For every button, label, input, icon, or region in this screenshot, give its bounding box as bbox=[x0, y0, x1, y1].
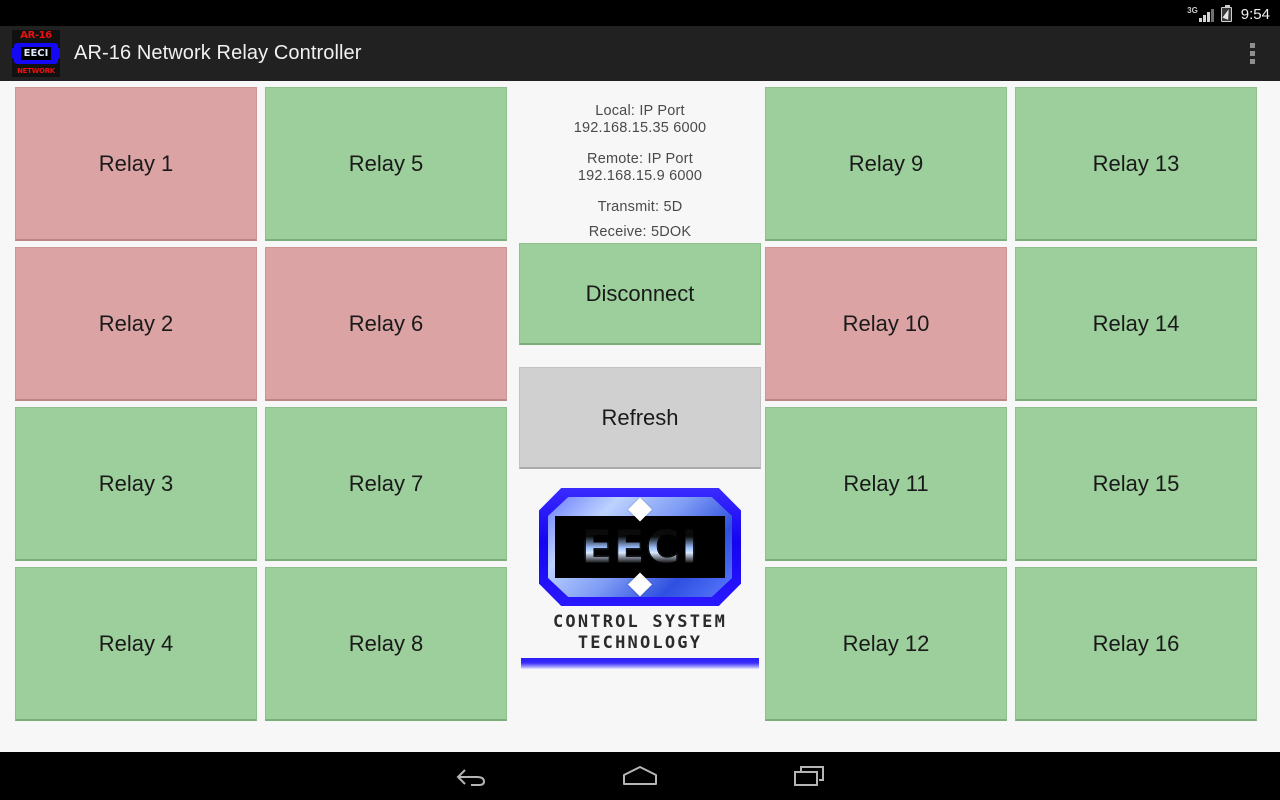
app-icon-bottom-text: NETWORK bbox=[17, 67, 55, 75]
relay-button-13[interactable]: Relay 13 bbox=[1015, 87, 1257, 241]
logo-brand-text: EECI bbox=[581, 520, 699, 574]
local-header: Local: IP Port bbox=[595, 103, 685, 119]
remote-header: Remote: IP Port bbox=[587, 151, 693, 167]
nav-home-button[interactable] bbox=[555, 752, 725, 800]
action-bar: AR-16 EECI NETWORK AR-16 Network Relay C… bbox=[0, 26, 1280, 81]
nav-back-button[interactable] bbox=[385, 752, 555, 800]
relay-button-3[interactable]: Relay 3 bbox=[15, 407, 257, 561]
eeci-logo-badge: EECI bbox=[539, 488, 741, 606]
status-bar-icons: 3G 9:54 bbox=[1187, 4, 1270, 22]
relay-button-11[interactable]: Relay 11 bbox=[765, 407, 1007, 561]
local-info-group: Local: IP Port 192.168.15.35 6000 bbox=[519, 103, 761, 137]
relay-button-4[interactable]: Relay 4 bbox=[15, 567, 257, 721]
logo-tagline-line1: CONTROL SYSTEM bbox=[552, 612, 728, 632]
connection-info-block: Local: IP Port 192.168.15.35 6000 Remote… bbox=[519, 81, 761, 241]
logo-core: EECI bbox=[555, 516, 725, 578]
relay-button-15[interactable]: Relay 15 bbox=[1015, 407, 1257, 561]
relay-column-3: Relay 9 Relay 10 Relay 11 Relay 12 bbox=[765, 81, 1015, 721]
relay-button-16[interactable]: Relay 16 bbox=[1015, 567, 1257, 721]
status-bar: 3G 9:54 bbox=[0, 0, 1280, 26]
relay-button-9[interactable]: Relay 9 bbox=[765, 87, 1007, 241]
app-logo-icon: AR-16 EECI NETWORK bbox=[12, 30, 60, 77]
main-content: Relay 1 Relay 2 Relay 3 Relay 4 Relay 5 … bbox=[0, 81, 1280, 752]
relay-column-2: Relay 5 Relay 6 Relay 7 Relay 8 bbox=[265, 81, 515, 721]
status-clock: 9:54 bbox=[1240, 6, 1270, 23]
transmit-status: Transmit: 5D bbox=[597, 199, 683, 215]
nav-recents-button[interactable] bbox=[725, 752, 895, 800]
back-arrow-icon bbox=[455, 766, 486, 786]
relay-column-1: Relay 1 Relay 2 Relay 3 Relay 4 bbox=[15, 81, 265, 721]
local-value: 192.168.15.35 6000 bbox=[573, 120, 707, 136]
charging-bolt-icon bbox=[1222, 8, 1232, 20]
relay-column-4: Relay 13 Relay 14 Relay 15 Relay 16 bbox=[1015, 81, 1265, 721]
app-icon-badge-text: EECI bbox=[20, 47, 52, 60]
recent-apps-icon bbox=[792, 764, 828, 788]
relay-button-7[interactable]: Relay 7 bbox=[265, 407, 507, 561]
remote-value: 192.168.15.9 6000 bbox=[577, 168, 703, 184]
relay-button-8[interactable]: Relay 8 bbox=[265, 567, 507, 721]
relay-button-1[interactable]: Relay 1 bbox=[15, 87, 257, 241]
overflow-menu-icon[interactable] bbox=[1224, 26, 1280, 81]
relay-button-6[interactable]: Relay 6 bbox=[265, 247, 507, 401]
relay-button-10[interactable]: Relay 10 bbox=[765, 247, 1007, 401]
home-icon bbox=[620, 764, 660, 788]
disconnect-button[interactable]: Disconnect bbox=[519, 243, 761, 345]
center-panel: Local: IP Port 192.168.15.35 6000 Remote… bbox=[519, 81, 761, 752]
app-title: AR-16 Network Relay Controller bbox=[74, 42, 362, 64]
relay-button-5[interactable]: Relay 5 bbox=[265, 87, 507, 241]
logo-accent-bar bbox=[521, 658, 759, 669]
relay-button-14[interactable]: Relay 14 bbox=[1015, 247, 1257, 401]
battery-charging-icon bbox=[1220, 4, 1232, 22]
logo-tagline-line2: TECHNOLOGY bbox=[577, 633, 703, 653]
network-type-label: 3G bbox=[1187, 6, 1198, 15]
app-icon-top-text: AR-16 bbox=[20, 30, 52, 41]
app-icon-badge: EECI bbox=[12, 43, 60, 64]
cellular-signal-icon: 3G bbox=[1187, 4, 1214, 22]
android-navigation-bar bbox=[0, 752, 1280, 800]
eeci-logo: EECI CONTROL SYSTEM TECHNOLOGY bbox=[519, 488, 761, 669]
relay-button-2[interactable]: Relay 2 bbox=[15, 247, 257, 401]
remote-info-group: Remote: IP Port 192.168.15.9 6000 bbox=[519, 151, 761, 185]
relay-button-12[interactable]: Relay 12 bbox=[765, 567, 1007, 721]
signal-bars bbox=[1198, 9, 1214, 22]
app-screen: 3G 9:54 AR-16 EECI NETWORK AR-16 Network… bbox=[0, 0, 1280, 800]
receive-status: Receive: 5DOK bbox=[588, 224, 692, 240]
refresh-button[interactable]: Refresh bbox=[519, 367, 761, 469]
